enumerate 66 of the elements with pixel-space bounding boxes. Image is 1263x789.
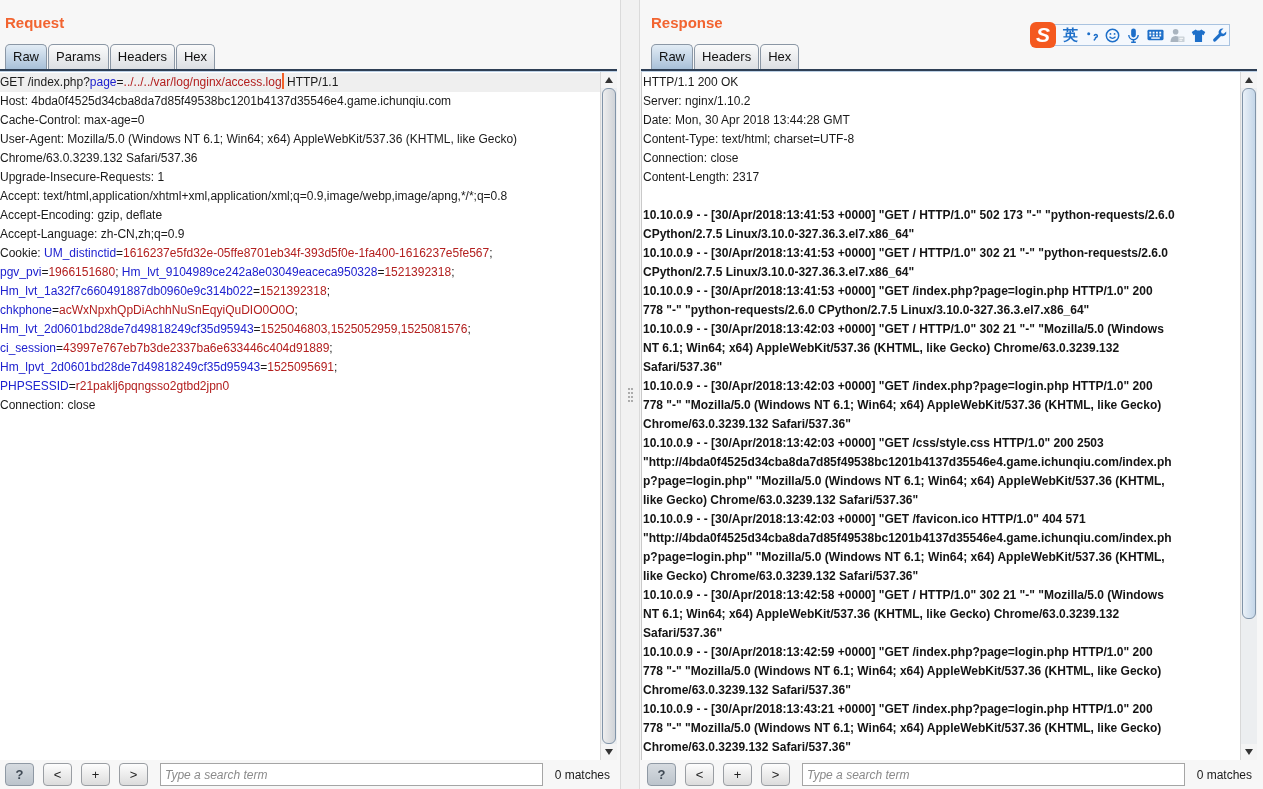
request-line: Connection: close [0, 397, 97, 414]
tab[interactable]: Hex [175, 44, 216, 69]
tab[interactable]: Raw [5, 44, 47, 69]
request-line: Cookie: UM_distinctid=1616237e5fd32e-05ffe8701eb34f-393d5f0e-1fa400-1616237e5fe567; pgv_pvi=1966151680; Hm_lvt_9104989ce242a8e03049eaceca950328=1521392318; Hm_lvt_1a32f7c660491887db0960e9c314b022=1521392318; chkphone=acWxNpxhQpDiAchhNuSnEqyiQuDIO0O0O; Hm_lvt_2d0601bd28de7d49818249cf35d95943=1525046803,1525052959,1525081576; ci_session=43997e767eb7b3de2337ba6e633446c404d91889; Hm_lpvt_2d0601bd28de7d49818249cf35d95943=1525095691; PHPSESSID=r21paklj6pqngsso2gtbd2jpn0 [0, 245, 494, 395]
scroll-up-button[interactable] [1241, 72, 1257, 88]
down-triangle-icon [1245, 749, 1253, 755]
down-triangle-icon [605, 749, 613, 755]
next-button[interactable]: > [761, 763, 790, 786]
tab[interactable]: Params [48, 44, 109, 69]
help-button[interactable]: ? [5, 763, 34, 786]
scrollbar-thumb[interactable] [1242, 88, 1256, 620]
wrench-icon[interactable] [1212, 27, 1227, 43]
request-line: Accept: text/html,application/xhtml+xml,application/xml;q=0.9,image/webp,image/apng,*/*;q=0.8 [0, 188, 509, 205]
log-entry: 10.10.0.9 - - [30/Apr/2018:13:42:03 +0000] "GET /index.php?page=login.php HTTP/1.0" 200 778 "-" "Mozilla/5.0 (Windows NT 6.1; Win64; x64) AppleWebKit/537.36 (KHTML, like Gecko) Chrome/63.0.3239.132 Safari/537.36" [643, 378, 1163, 433]
plus-button[interactable]: + [723, 763, 752, 786]
log-entry: 10.10.0.9 - - [30/Apr/2018:13:42:03 +0000] "GET /css/style.css HTTP/1.0" 200 2503 "http://4bda0f4525d34cba8da7d85f49538bc1201b4137d35546e4.game.ichunqiu.com/index.ph p?page=login.php" "Mozilla/5.0 (Windows NT 6.1; Win64; x64) AppleWebKit/537.36 (KHTML, like Gecko) Chrome/63.0.3239.132 Safari/537.36" [643, 435, 1173, 509]
search-field[interactable]: Type a search term [802, 763, 1185, 786]
tab[interactable]: Hex [760, 44, 800, 69]
next-button[interactable]: > [119, 763, 148, 786]
tab[interactable]: Raw [651, 44, 693, 69]
keyboard-icon[interactable] [1147, 28, 1164, 42]
up-triangle-icon [1245, 77, 1253, 83]
request-editor[interactable] [0, 72, 617, 760]
match-count: 0 matches [554, 767, 610, 782]
previous-button[interactable]: < [43, 763, 72, 786]
microphone-icon[interactable] [1126, 27, 1141, 43]
response-header-line: Content-Type: text/html; charset=UTF-8 [643, 131, 856, 148]
response-header-line: Server: nginx/1.10.2 [643, 93, 752, 110]
up-triangle-icon [605, 77, 613, 83]
scrollbar[interactable] [600, 72, 617, 760]
log-entry: 10.10.0.9 - - [30/Apr/2018:13:42:03 +0000] "GET /favicon.ico HTTP/1.0" 404 571 "http://4bda0f4525d34cba8da7d85f49538bc1201b4137d35546e4.game.ichunqiu.com/index.ph p?page=login.php" "Mozilla/5.0 (Windows NT 6.1; Win64; x64) AppleWebKit/537.36 (KHTML, like Gecko) Chrome/63.0.3239.132 Safari/537.36" [643, 511, 1173, 585]
request-line: Accept-Language: zh-CN,zh;q=0.9 [0, 226, 186, 243]
request-line: Cache-Control: max-age=0 [0, 112, 146, 129]
response-header-line: Date: Mon, 30 Apr 2018 13:44:28 GMT [643, 112, 851, 129]
scrollbar-thumb[interactable] [602, 88, 616, 744]
log-entry: 10.10.0.9 - - [30/Apr/2018:13:42:03 +0000] "GET / HTTP/1.0" 302 21 "-" "Mozilla/5.0 (Windows NT 6.1; Win64; x64) AppleWebKit/537.36 (KHTML, like Gecko) Chrome/63.0.3239.132 Safari/537.36" [643, 321, 1165, 376]
request-line: User-Agent: Mozilla/5.0 (Windows NT 6.1; Win64; x64) AppleWebKit/537.36 (KHTML, like Gecko) Chrome/63.0.3239.132 Safari/537.36 [0, 131, 519, 167]
tab[interactable]: Headers [109, 44, 175, 69]
tab[interactable]: Headers [694, 44, 760, 69]
response-editor[interactable] [641, 72, 1257, 760]
log-entry: 10.10.0.9 - - [30/Apr/2018:13:42:58 +0000] "GET / HTTP/1.0" 302 21 "-" "Mozilla/5.0 (Windows NT 6.1; Win64; x64) AppleWebKit/537.36 (KHTML, like Gecko) Chrome/63.0.3239.132 Safari/537.36" [643, 587, 1165, 642]
response-header-line: HTTP/1.1 200 OK [643, 74, 740, 91]
help-button[interactable]: ? [647, 763, 676, 786]
log-entry: 10.10.0.9 - - [30/Apr/2018:13:43:21 +0000] "GET /index.php?page=login.php HTTP/1.0" 200 778 "-" "Mozilla/5.0 (Windows NT 6.1; Win64; x64) AppleWebKit/537.36 (KHTML, like Gecko) Chrome/63.0.3239.132 Safari/537.36" [643, 701, 1163, 756]
request-line: Accept-Encoding: gzip, deflate [0, 207, 164, 224]
input-mode-toggle[interactable]: 英 [1063, 26, 1078, 44]
pane-title: Response [651, 13, 723, 33]
log-entry: 10.10.0.9 - - [30/Apr/2018:13:41:53 +0000] "GET / HTTP/1.0" 302 21 "-" "python-requests/2.6.0 CPython/2.7.5 Linux/3.10.0-327.36.3.el7.x86_64" [643, 245, 1169, 281]
pane-title: Request [5, 13, 65, 33]
scroll-up-button[interactable] [601, 72, 617, 88]
match-count: 0 matches [1196, 767, 1252, 782]
scroll-down-button[interactable] [601, 744, 617, 760]
response-header-line: Content-Length: 2317 [643, 169, 761, 186]
log-entry: 10.10.0.9 - - [30/Apr/2018:13:42:59 +0000] "GET /index.php?page=login.php HTTP/1.0" 200 778 "-" "Mozilla/5.0 (Windows NT 6.1; Win64; x64) AppleWebKit/537.36 (KHTML, like Gecko) Chrome/63.0.3239.132 Safari/537.36" [643, 644, 1163, 699]
search-field[interactable]: Type a search term [160, 763, 543, 786]
log-entry: 10.10.0.9 - - [30/Apr/2018:13:41:53 +0000] "GET /index.php?page=login.php HTTP/1.0" 200 778 "-" "python-requests/2.6.0 CPython/2.7.5 Linux/3.10.0-327.36.3.el7.x86_64" [643, 283, 1154, 319]
log-entry: 10.10.0.9 - - [30/Apr/2018:13:41:53 +0000] "GET / HTTP/1.0" 502 173 "-" "python-requests/2.6.0 CPython/2.7.5 Linux/3.10.0-327.36.3.el7.x86_64" [643, 207, 1176, 243]
response-header-line: Connection: close [643, 150, 740, 167]
request-line: Host: 4bda0f4525d34cba8da7d85f49538bc1201b4137d35546e4.game.ichunqiu.com [0, 93, 453, 110]
shirt-icon[interactable] [1191, 27, 1206, 43]
grip-icon [627, 387, 633, 402]
previous-button[interactable]: < [685, 763, 714, 786]
scrollbar[interactable] [1240, 72, 1257, 760]
smiley-icon[interactable] [1105, 27, 1120, 43]
request-line: Upgrade-Insecure-Requests: 1 [0, 169, 166, 186]
plus-button[interactable]: + [81, 763, 110, 786]
